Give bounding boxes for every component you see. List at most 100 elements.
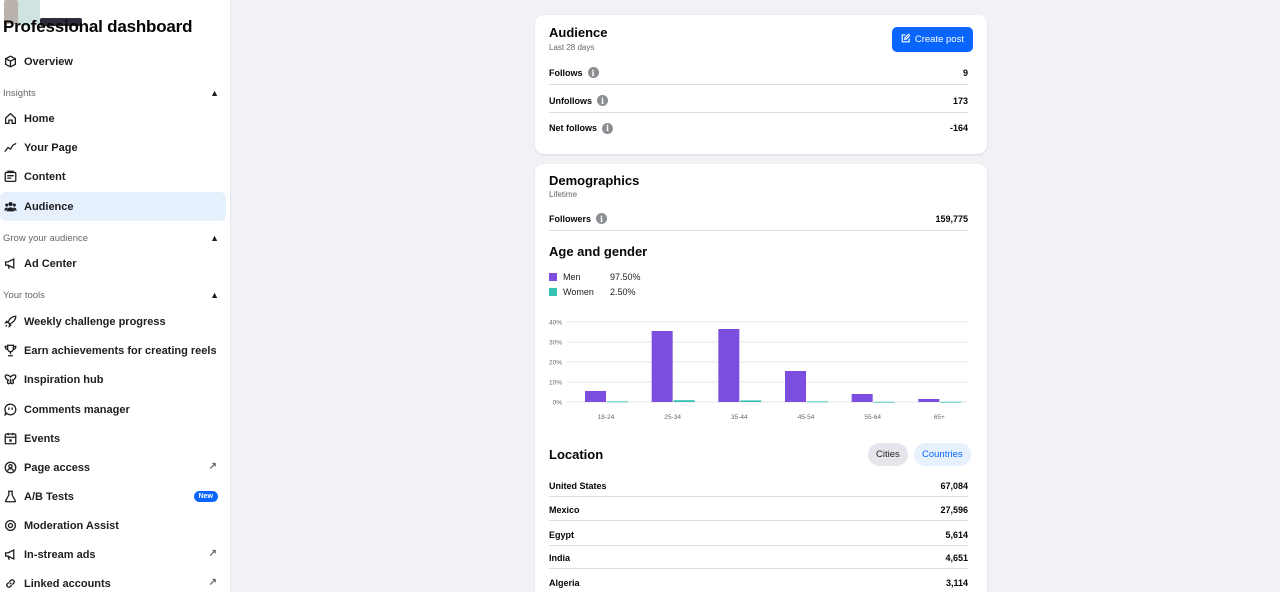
followers-value: 159,775 <box>935 213 968 224</box>
external-link-icon: ↗ <box>208 548 217 559</box>
demographics-subtitle: Lifetime <box>549 190 578 199</box>
audience-title: Audience <box>549 25 608 40</box>
metric-value: 9 <box>962 67 968 78</box>
y-tick-label: 0% <box>553 400 563 407</box>
external-link-icon: ↗ <box>208 577 217 588</box>
bar-men <box>651 331 673 402</box>
section-label: Insights <box>3 87 36 99</box>
sidebar-item-audience[interactable]: Audience <box>0 192 226 221</box>
info-icon[interactable]: i <box>602 122 614 134</box>
content-icon <box>3 170 17 184</box>
metric-value: -164 <box>949 123 968 133</box>
people-icon <box>3 200 17 214</box>
create-post-label: Create post <box>914 34 964 45</box>
location-value: 27,596 <box>940 504 968 515</box>
sidebar-item-home[interactable]: Home <box>0 104 226 133</box>
audience-subtitle: Last 28 days <box>549 43 595 52</box>
bar-women <box>940 401 962 403</box>
location-value: 5,614 <box>945 529 968 540</box>
metric-label: Net follows <box>549 123 598 133</box>
bar-women <box>740 400 762 402</box>
location-row: Mexico 27,596 <box>549 499 968 521</box>
sidebar-item-label: Weekly challenge progress <box>24 315 166 328</box>
sidebar-item-label: Audience <box>24 200 74 213</box>
sidebar-item-inspiration-hub[interactable]: Inspiration hub <box>0 365 226 394</box>
sidebar-item-ab-tests[interactable]: A/B Tests New <box>0 482 226 511</box>
calendar-icon <box>3 432 17 446</box>
new-badge: New <box>193 491 218 502</box>
bar-men <box>785 371 806 402</box>
create-post-button[interactable]: Create post <box>891 27 973 52</box>
sidebar-item-label: Comments manager <box>24 403 130 416</box>
x-tick-label: 45-54 <box>798 414 815 421</box>
butterfly-icon <box>3 373 17 387</box>
cities-toggle[interactable]: Cities <box>868 443 908 466</box>
flask-icon <box>3 490 17 504</box>
x-tick-label: 65+ <box>934 414 945 421</box>
section-label: Grow your audience <box>3 232 89 244</box>
followers-label: Followers <box>549 213 592 224</box>
legend-label: Men <box>563 272 581 282</box>
demographics-card: Demographics Lifetime Followers i 159,775… <box>535 164 987 592</box>
sidebar-item-content[interactable]: Content <box>0 162 226 191</box>
bar-men <box>918 399 940 402</box>
bar-men <box>585 391 606 402</box>
y-tick-label: 40% <box>549 320 562 327</box>
bar-men <box>851 394 873 402</box>
trend-line-icon <box>3 141 17 155</box>
legend-men: Men 97.50% <box>549 271 641 283</box>
bar-women <box>607 401 628 403</box>
home-icon <box>3 112 17 126</box>
sidebar-item-weekly-challenge[interactable]: Weekly challenge progress <box>0 307 226 336</box>
location-name: Mexico <box>549 504 580 515</box>
location-name: Egypt <box>549 529 575 540</box>
info-icon[interactable]: i <box>597 95 608 106</box>
sidebar-item-label: Events <box>24 432 61 445</box>
info-icon[interactable]: i <box>587 67 599 78</box>
location-title: Location <box>549 447 604 462</box>
comment-bubble-icon <box>3 403 17 417</box>
info-icon[interactable]: i <box>596 213 608 224</box>
legend-value: 97.50% <box>610 272 641 282</box>
sidebar-item-page-access[interactable]: Page access ↗ <box>0 453 226 482</box>
bar-men <box>718 329 740 402</box>
section-your-tools[interactable]: Your tools ▲ <box>3 288 223 302</box>
followers-row: Followers i 159,775 <box>549 207 968 231</box>
trophy-icon <box>3 344 17 358</box>
section-insights[interactable]: Insights ▲ <box>3 86 223 100</box>
sidebar-item-label: Overview <box>24 55 73 68</box>
sidebar-item-moderation-assist[interactable]: Moderation Assist <box>0 511 226 540</box>
sidebar-item-overview[interactable]: Overview <box>0 47 226 76</box>
chevron-up-icon: ▲ <box>210 290 219 300</box>
chevron-up-icon: ▲ <box>210 233 219 243</box>
link-icon <box>3 577 17 591</box>
x-tick-label: 55-64 <box>864 414 881 421</box>
external-link-icon: ↗ <box>208 461 217 472</box>
section-grow-audience[interactable]: Grow your audience ▲ <box>3 231 223 245</box>
sidebar-item-events[interactable]: Events <box>0 424 226 453</box>
edit-icon <box>901 33 911 46</box>
y-tick-label: 20% <box>549 360 562 367</box>
chevron-up-icon: ▲ <box>210 88 219 98</box>
metric-label: Unfollows <box>549 95 592 106</box>
sidebar-item-label: A/B Tests <box>24 490 74 503</box>
sidebar-item-ad-center[interactable]: Ad Center <box>0 249 226 278</box>
sidebar-item-earn-achievements[interactable]: Earn achievements for creating reels <box>0 336 226 365</box>
legend-women: Women 2.50% <box>549 286 636 298</box>
metric-row-unfollows: Unfollows i 173 <box>549 89 968 113</box>
demographics-title: Demographics <box>549 173 640 188</box>
sidebar-item-label: Home <box>24 112 55 125</box>
sidebar-item-in-stream-ads[interactable]: In-stream ads ↗ <box>0 540 226 569</box>
location-value: 4,651 <box>945 552 968 563</box>
cube-icon <box>3 55 17 69</box>
dashboard-title: Professional dashboard <box>3 17 193 36</box>
sidebar: Professional dashboard Overview Insights… <box>0 0 231 592</box>
sidebar-item-your-page[interactable]: Your Page <box>0 133 226 162</box>
sidebar-item-label: Ad Center <box>24 257 77 270</box>
countries-toggle[interactable]: Countries <box>914 443 971 466</box>
sidebar-item-linked-accounts[interactable]: Linked accounts ↗ <box>0 569 226 592</box>
x-tick-label: 18-24 <box>598 414 615 421</box>
location-name: India <box>549 552 571 563</box>
sidebar-item-comments-manager[interactable]: Comments manager <box>0 395 226 424</box>
megaphone-icon <box>3 257 17 271</box>
